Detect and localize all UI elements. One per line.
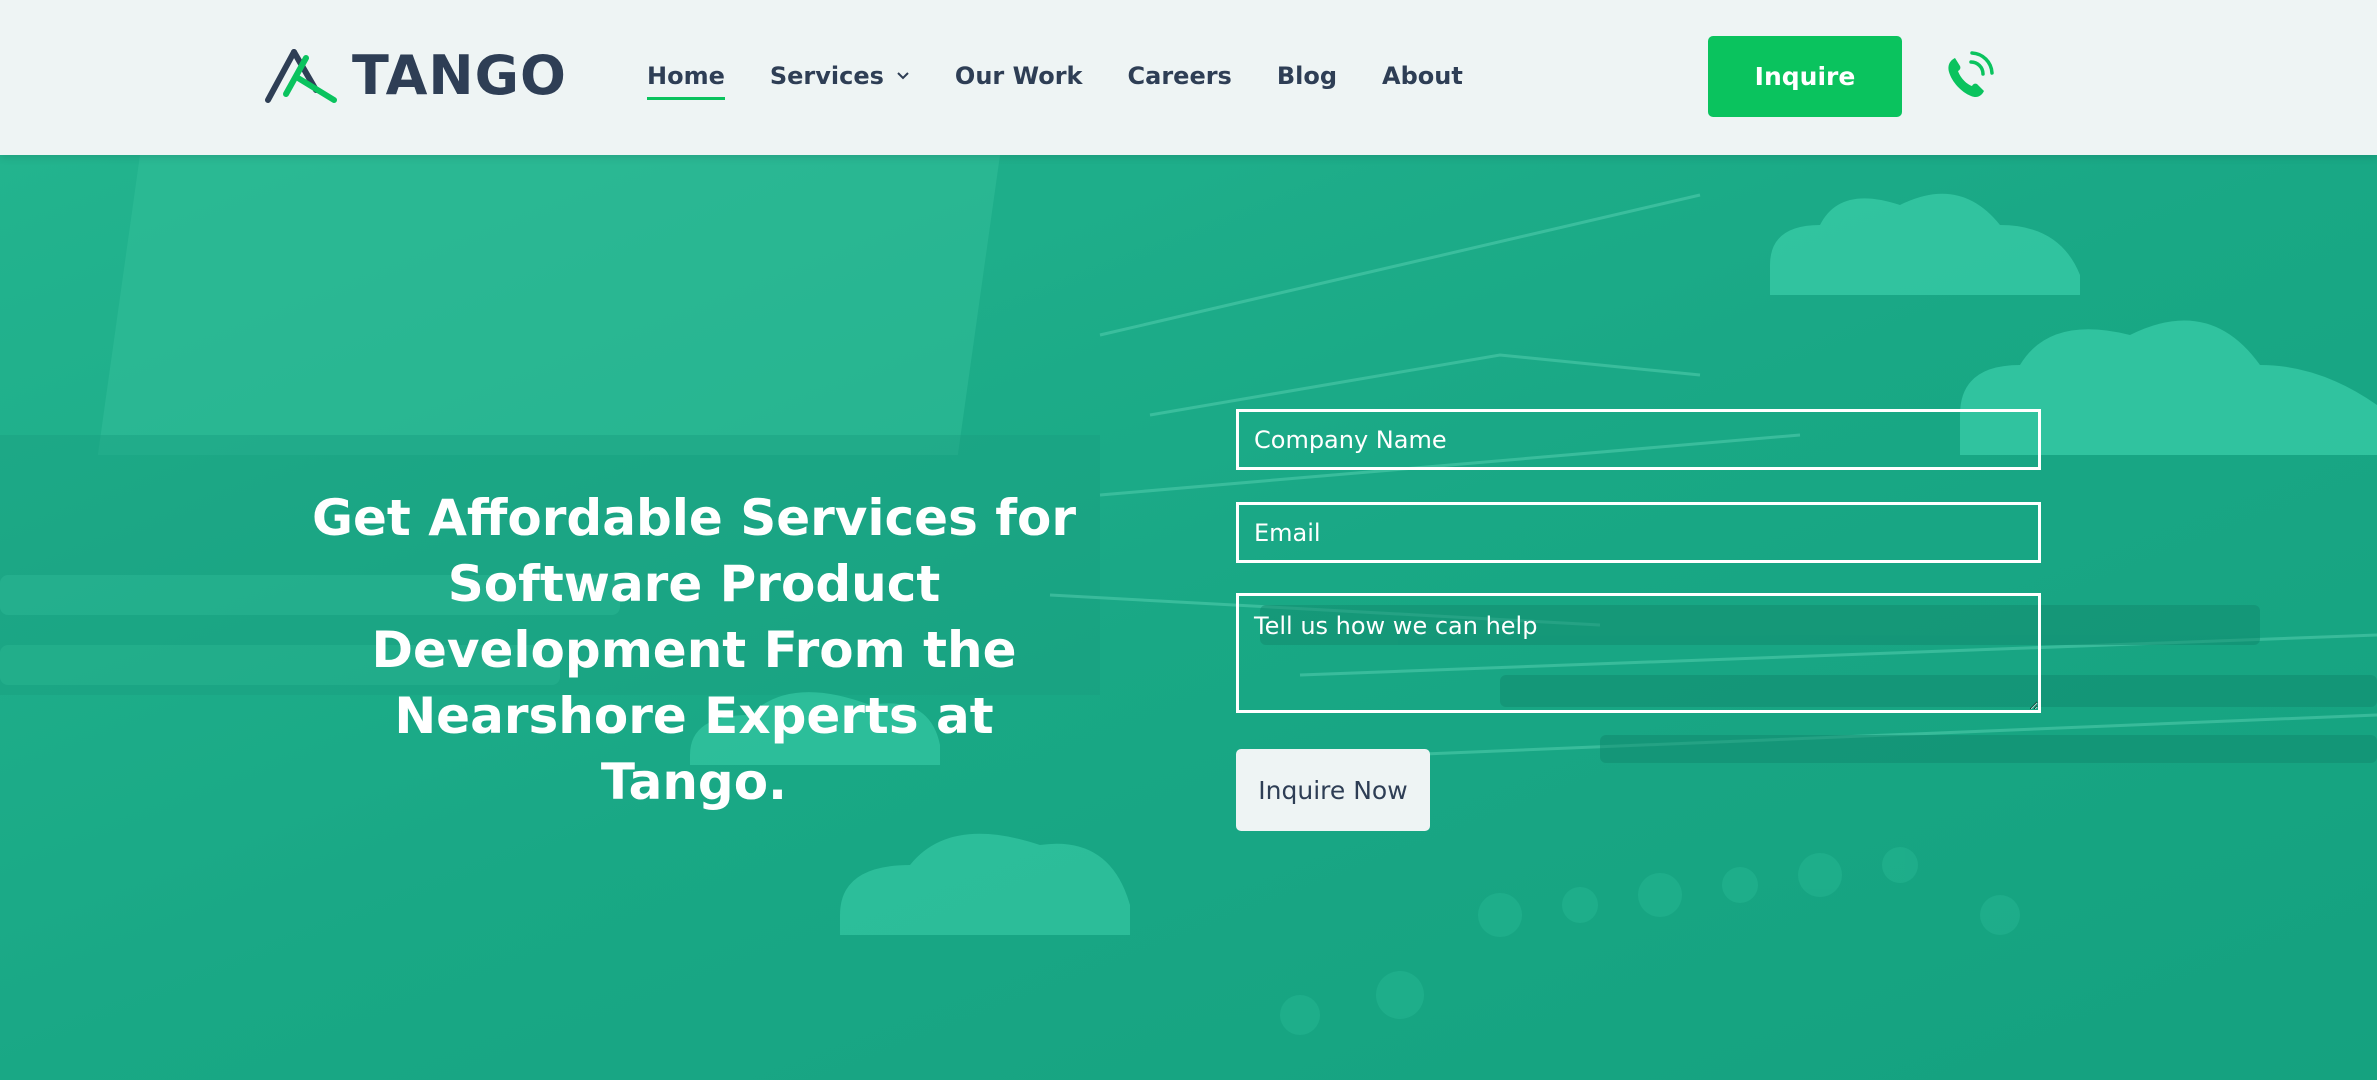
nav-home[interactable]: Home [647, 56, 725, 100]
site-header: TANGO Home Services Our Work Careers Blo… [0, 0, 2377, 155]
nav-our-work[interactable]: Our Work [955, 56, 1083, 96]
nav-services[interactable]: Services [770, 56, 910, 96]
logo-text: TANGO [352, 44, 567, 107]
email-field[interactable] [1236, 502, 2041, 563]
nav-careers[interactable]: Careers [1128, 56, 1232, 96]
inquire-now-button[interactable]: Inquire Now [1236, 749, 1430, 831]
inquire-button[interactable]: Inquire [1708, 36, 1902, 117]
tango-logo-icon [265, 49, 337, 103]
logo[interactable]: TANGO [264, 46, 567, 106]
nav-about[interactable]: About [1382, 56, 1463, 96]
nav-blog[interactable]: Blog [1277, 56, 1337, 96]
nav-services-label: Services [769, 62, 884, 90]
company-name-field[interactable] [1236, 409, 2041, 470]
main-nav: Home Services Our Work Careers Blog Abou… [647, 56, 1508, 100]
message-field[interactable] [1236, 593, 2041, 713]
chevron-down-icon [897, 72, 909, 80]
hero-section: Get Affordable Services for Software Pro… [0, 155, 2377, 1080]
phone-icon[interactable] [1941, 48, 1997, 104]
hero-title: Get Affordable Services for Software Pro… [311, 489, 1077, 811]
